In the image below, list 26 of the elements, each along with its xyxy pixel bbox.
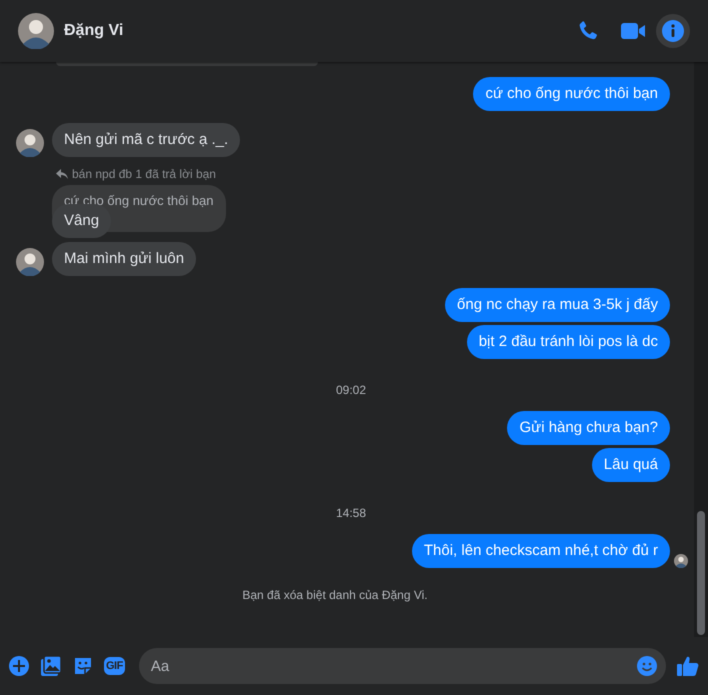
timestamp: 14:58 bbox=[336, 506, 366, 520]
message-bubble: Thôi, lên checkscam nhé,t chờ đủ r bbox=[412, 534, 670, 568]
message-bubble: Mai mình gửi luôn bbox=[52, 242, 196, 276]
message-input[interactable]: Aa bbox=[138, 648, 666, 684]
message-bubble: bịt 2 đầu tránh lòi pos là dc bbox=[466, 325, 670, 359]
sticker-icon[interactable] bbox=[72, 655, 94, 677]
image-icon[interactable] bbox=[40, 655, 62, 677]
add-icon[interactable] bbox=[8, 655, 30, 677]
message-bubble: Vâng bbox=[52, 204, 112, 238]
scrollbar-thumb[interactable] bbox=[697, 511, 705, 635]
gif-button[interactable]: GIF bbox=[104, 657, 125, 675]
video-camera-icon[interactable] bbox=[620, 20, 646, 42]
thumbs-up-icon[interactable] bbox=[676, 654, 700, 678]
info-icon[interactable] bbox=[661, 19, 685, 43]
reply-icon bbox=[56, 169, 68, 179]
contact-name: Đặng Vi bbox=[64, 22, 124, 40]
reply-label: bán npd đb 1 đã trả lời bạn bbox=[72, 167, 216, 181]
avatar-icon bbox=[18, 13, 54, 49]
message-bubble: Nên gửi mã c trước ạ ._. bbox=[52, 123, 240, 157]
system-notice: Bạn đã xóa biệt danh của Đặng Vi. bbox=[242, 588, 428, 602]
emoji-icon[interactable] bbox=[636, 655, 658, 677]
message-bubble: cứ cho ống nước thôi bạn bbox=[473, 77, 670, 111]
timestamp: 09:02 bbox=[336, 383, 366, 397]
message-bubble: Gửi hàng chưa bạn? bbox=[507, 411, 670, 445]
message-bubble: ống nc chạy ra mua 3-5k j đấy bbox=[445, 288, 670, 322]
message-bubble: Lâu quá bbox=[592, 448, 670, 482]
